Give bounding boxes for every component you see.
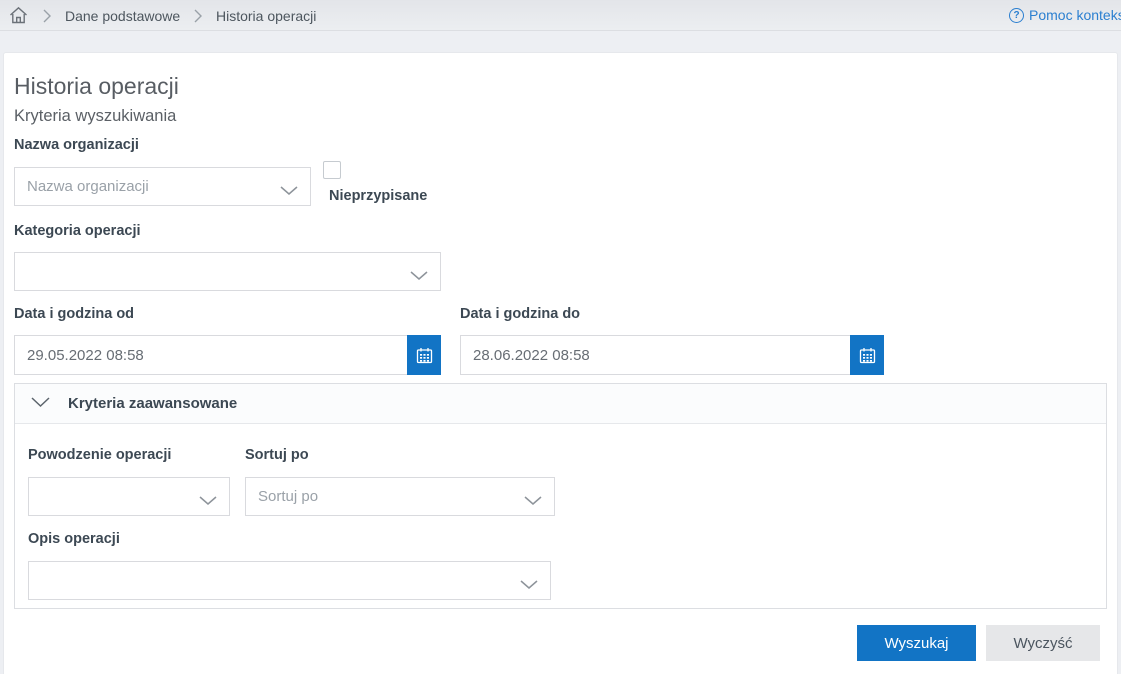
unassigned-checkbox[interactable] <box>323 161 341 179</box>
chevron-down-icon <box>280 183 298 201</box>
calendar-icon <box>859 347 876 364</box>
sort-by-select[interactable]: Sortuj po <box>245 477 555 516</box>
operation-success-label: Powodzenie operacji <box>28 447 171 463</box>
operation-success-select[interactable] <box>28 477 230 516</box>
sort-by-select-placeholder: Sortuj po <box>258 488 318 505</box>
date-to-calendar-button[interactable] <box>850 335 884 375</box>
date-from-input[interactable] <box>14 335 441 375</box>
clear-button[interactable]: Wyczyść <box>986 625 1100 661</box>
date-to-input[interactable] <box>460 335 884 375</box>
breadcrumb-dane-podstawowe[interactable]: Dane podstawowe <box>65 8 180 24</box>
breadcrumb-bar: Dane podstawowe Historia operacji ? Pomo… <box>0 0 1121 31</box>
chevron-down-icon <box>31 395 50 413</box>
chevron-right-icon <box>42 9 52 23</box>
search-criteria-heading: Kryteria wyszukiwania <box>14 107 176 126</box>
search-button[interactable]: Wyszukaj <box>857 625 976 661</box>
question-circle-icon: ? <box>1009 8 1024 23</box>
organization-select[interactable]: Nazwa organizacji <box>14 167 311 206</box>
page-title: Historia operacji <box>14 73 179 100</box>
chevron-down-icon <box>410 268 428 286</box>
unassigned-checkbox-label[interactable]: Nieprzypisane <box>329 188 427 204</box>
context-help-label: Pomoc konteks <box>1029 7 1121 23</box>
sort-by-label: Sortuj po <box>245 447 309 463</box>
chevron-down-icon <box>520 577 538 595</box>
calendar-icon <box>416 347 433 364</box>
advanced-criteria-header[interactable]: Kryteria zaawansowane <box>15 384 1106 424</box>
date-from-calendar-button[interactable] <box>407 335 441 375</box>
organization-label: Nazwa organizacji <box>14 137 139 153</box>
advanced-criteria-title: Kryteria zaawansowane <box>68 395 237 412</box>
organization-select-placeholder: Nazwa organizacji <box>27 178 149 195</box>
home-icon[interactable] <box>8 5 29 26</box>
chevron-down-icon <box>524 493 542 511</box>
category-select[interactable] <box>14 252 441 291</box>
date-to-field <box>460 335 884 375</box>
context-help-link[interactable]: ? Pomoc konteks <box>1009 7 1121 23</box>
category-label: Kategoria operacji <box>14 223 141 239</box>
date-from-field <box>14 335 441 375</box>
operation-description-label: Opis operacji <box>28 531 120 547</box>
chevron-right-icon <box>193 9 203 23</box>
date-to-label: Data i godzina do <box>460 306 580 322</box>
breadcrumb-historia-operacji[interactable]: Historia operacji <box>216 8 316 24</box>
operation-description-select[interactable] <box>28 561 551 600</box>
chevron-down-icon <box>199 493 217 511</box>
date-from-label: Data i godzina od <box>14 306 134 322</box>
